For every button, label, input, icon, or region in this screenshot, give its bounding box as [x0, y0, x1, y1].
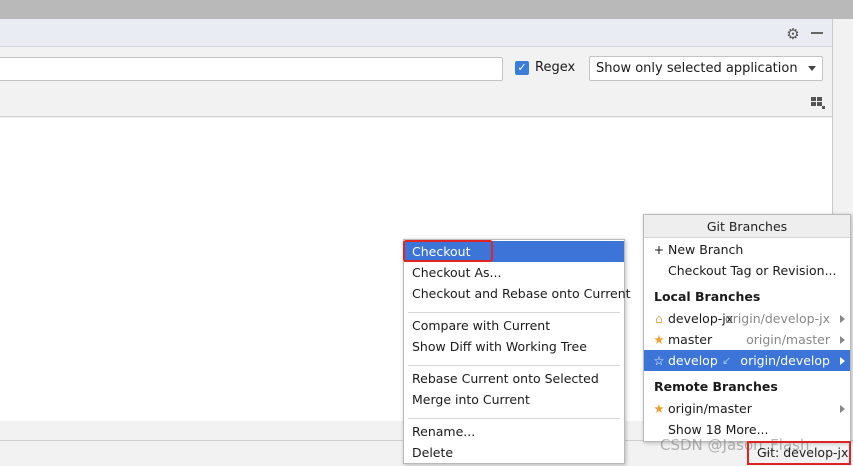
search-input[interactable]	[0, 57, 503, 81]
checkout-tag-item[interactable]: Checkout Tag or Revision...	[644, 260, 850, 281]
git-branch-status-widget[interactable]: Git: develop-jx	[747, 441, 851, 465]
menu-item-show-diff[interactable]: Show Diff with Working Tree	[404, 336, 624, 357]
regex-label: Regex	[535, 60, 576, 75]
minimize-icon[interactable]	[811, 32, 823, 34]
menu-item-delete[interactable]: Delete	[404, 442, 624, 463]
menu-item-compare-current[interactable]: Compare with Current	[404, 315, 624, 336]
git-branches-popup: Git Branches + New Branch Checkout Tag o…	[643, 214, 851, 442]
tool-window-header	[0, 19, 832, 47]
remote-branches-header: Remote Branches	[654, 379, 778, 394]
menu-item-rebase-onto[interactable]: Rebase Current onto Selected	[404, 368, 624, 389]
branch-item-develop-jx[interactable]: ⌂ develop-jx origin/develop-jx	[644, 308, 850, 329]
menu-item-rename[interactable]: Rename...	[404, 421, 624, 442]
remote-branch-item-origin-master[interactable]: ★ origin/master	[644, 398, 850, 419]
menu-separator	[408, 365, 620, 366]
window-top-strip	[0, 0, 853, 19]
layout-icon[interactable]	[811, 97, 825, 109]
application-filter-dropdown[interactable]: Show only selected application	[589, 56, 823, 81]
plus-icon: +	[653, 242, 665, 257]
menu-separator	[408, 418, 620, 419]
menu-item-checkout-as[interactable]: Checkout As...	[404, 262, 624, 283]
menu-separator	[408, 312, 620, 313]
menu-item-checkout-rebase[interactable]: Checkout and Rebase onto Current	[404, 283, 631, 304]
gear-icon[interactable]: ⚙	[785, 26, 801, 42]
star-outline-icon: ☆	[653, 353, 665, 368]
annotation-highlight-checkout	[403, 240, 493, 262]
incoming-arrow-icon: ↙	[722, 354, 732, 367]
branch-item-master[interactable]: ★ master origin/master	[644, 329, 850, 350]
branch-item-develop[interactable]: ☆ develop ↙ origin/develop	[644, 350, 850, 371]
star-icon: ★	[653, 401, 665, 416]
star-icon: ★	[653, 332, 665, 347]
new-branch-item[interactable]: + New Branch	[644, 239, 850, 260]
application-filter-value: Show only selected application	[596, 61, 798, 76]
chevron-right-icon	[840, 357, 845, 365]
menu-item-merge[interactable]: Merge into Current	[404, 389, 624, 410]
branch-context-menu: Checkout Checkout As... Checkout and Reb…	[403, 239, 631, 464]
tag-icon: ⌂	[655, 311, 663, 326]
regex-checkbox[interactable]: ✓	[515, 61, 529, 75]
chevron-right-icon	[840, 405, 845, 413]
tool-row	[0, 89, 832, 117]
local-branches-header: Local Branches	[654, 289, 761, 304]
chevron-down-icon	[808, 66, 816, 71]
chevron-right-icon	[840, 315, 845, 323]
popup-title: Git Branches	[644, 215, 850, 238]
chevron-right-icon	[840, 336, 845, 344]
